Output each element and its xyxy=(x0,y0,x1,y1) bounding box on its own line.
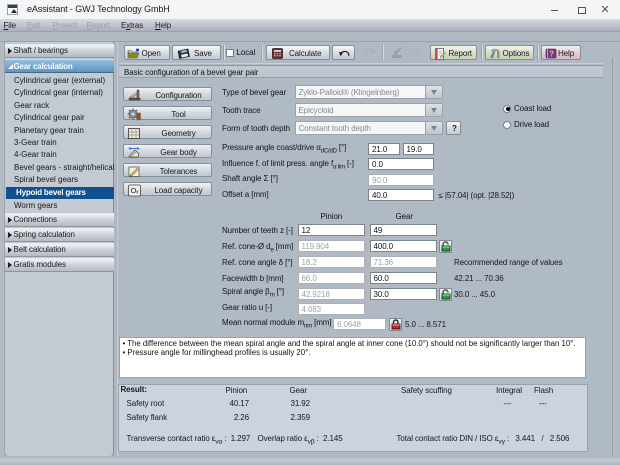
svg-text:Oₓ: Oₓ xyxy=(130,186,139,195)
svg-text:?: ? xyxy=(549,50,554,59)
